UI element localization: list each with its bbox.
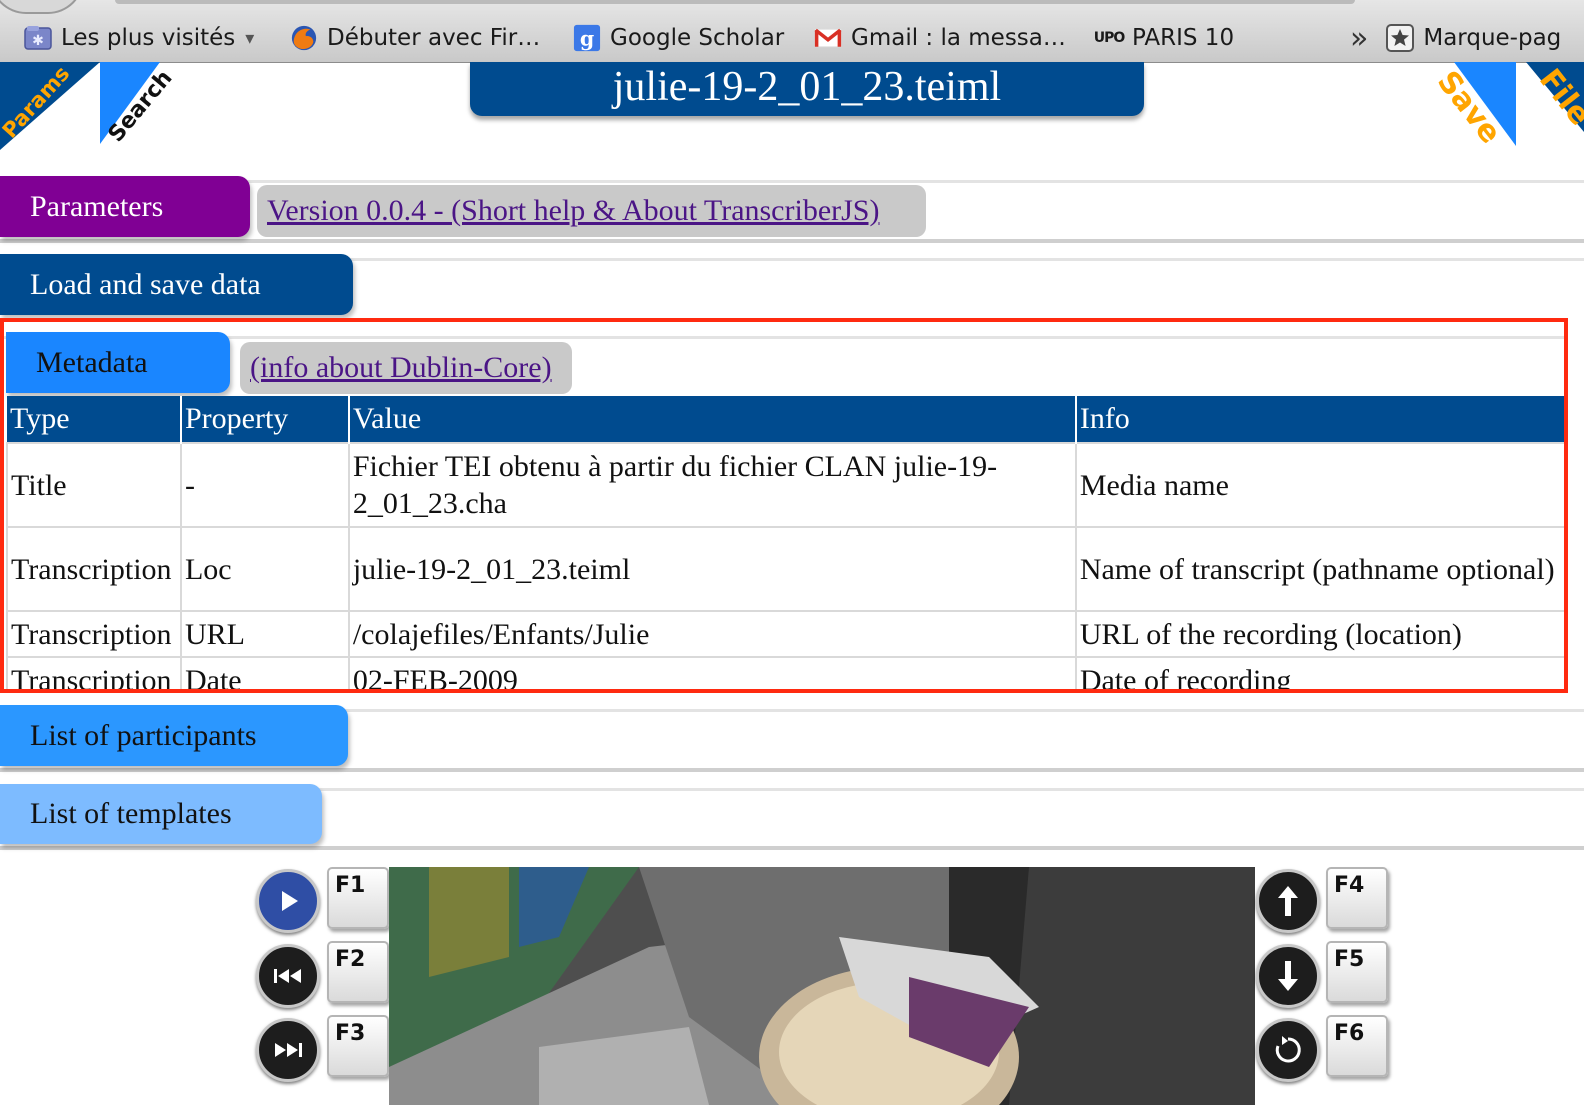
bookmarks-overflow[interactable]: » Marque-pag xyxy=(1350,20,1562,56)
play-button[interactable] xyxy=(256,869,320,933)
f3-key[interactable]: F3 xyxy=(327,1015,389,1077)
bookmark-most-visited[interactable]: ✱ Les plus visités ▾ xyxy=(24,22,254,54)
tab-metadata[interactable]: Metadata xyxy=(6,332,230,393)
play-icon xyxy=(282,891,298,911)
replay-button[interactable] xyxy=(1256,1018,1320,1082)
svg-text:✱: ✱ xyxy=(32,33,44,49)
cell-property: Date xyxy=(179,656,350,689)
version-help-link[interactable]: Version 0.0.4 - (Short help & About Tran… xyxy=(257,185,926,237)
cell-info: URL of the recording (location) xyxy=(1074,610,1564,658)
cell-property: Loc xyxy=(179,526,350,612)
fast-forward-icon xyxy=(275,1043,302,1057)
table-row: Transcription Date 02-FEB-2009 Date of r… xyxy=(6,656,1564,689)
f5-key[interactable]: F5 xyxy=(1326,941,1388,1003)
firefox-icon xyxy=(290,24,318,52)
file-ribbon[interactable]: File xyxy=(1516,62,1584,150)
table-header-row: Type Property Value Info xyxy=(7,396,1564,443)
cell-type: Transcription xyxy=(6,656,182,689)
table-row: Transcription Loc julie-19-2_01_23.teiml… xyxy=(6,526,1564,612)
cell-value[interactable]: 02-FEB-2009 xyxy=(347,656,1077,689)
cell-property: URL xyxy=(179,610,350,658)
bookmark-star-icon xyxy=(1386,24,1415,52)
gmail-icon xyxy=(814,24,842,52)
tab-load-save-data[interactable]: Load and save data xyxy=(0,254,353,315)
table-row: Transcription URL /colajefiles/Enfants/J… xyxy=(6,610,1564,658)
cell-value[interactable]: /colajefiles/Enfants/Julie xyxy=(347,610,1077,658)
bookmarks-toolbar: ✱ Les plus visités ▾ Débuter avec Fir… g… xyxy=(0,0,1584,63)
f6-key[interactable]: F6 xyxy=(1326,1015,1388,1077)
bookmark-google-scholar[interactable]: g Google Scholar xyxy=(573,22,784,54)
column-header-info: Info xyxy=(1075,396,1564,443)
table-row: Title - Fichier TEI obtenu à partir du f… xyxy=(6,442,1564,528)
section-divider xyxy=(0,768,1584,772)
tab-parameters[interactable]: Parameters xyxy=(0,176,250,237)
cell-type: Title xyxy=(6,442,182,528)
metadata-table: Type Property Value Info Title - Fichier… xyxy=(6,396,1564,689)
chevron-down-icon: ▾ xyxy=(245,27,255,49)
column-header-type: Type xyxy=(7,396,182,443)
rewind-icon xyxy=(274,969,301,983)
dublin-core-info-link[interactable]: (info about Dublin-Core) xyxy=(240,342,572,394)
cell-type: Transcription xyxy=(6,526,182,612)
bookmark-debuter-firefox[interactable]: Débuter avec Fir… xyxy=(290,22,540,54)
section-divider xyxy=(0,846,1584,850)
f4-key[interactable]: F4 xyxy=(1326,867,1388,929)
cell-info: Date of recording xyxy=(1074,656,1564,689)
video-frame xyxy=(389,867,1255,1105)
cell-value[interactable]: Fichier TEI obtenu à partir du fichier C… xyxy=(347,442,1077,528)
bookmark-paris-10[interactable]: UPO PARIS 10 xyxy=(1093,22,1235,54)
params-ribbon[interactable]: Params xyxy=(0,62,100,150)
svg-text:g: g xyxy=(580,26,594,50)
replay-icon xyxy=(1275,1036,1301,1063)
search-ribbon[interactable]: Search xyxy=(100,62,190,150)
column-header-value: Value xyxy=(348,396,1077,443)
most-visited-icon: ✱ xyxy=(24,24,52,52)
upo-icon: UPO xyxy=(1093,30,1126,46)
metadata-panel: Metadata (info about Dublin-Core) Type P… xyxy=(0,318,1568,693)
section-divider xyxy=(4,336,1564,339)
fast-forward-button[interactable] xyxy=(256,1018,320,1082)
double-chevron-icon: » xyxy=(1350,20,1369,56)
url-bar-edge xyxy=(115,0,1355,4)
arrow-up-icon xyxy=(1278,886,1298,916)
bookmark-label: Gmail : la messa… xyxy=(851,25,1066,51)
arrow-down-icon xyxy=(1278,961,1298,991)
bookmark-label: Google Scholar xyxy=(610,25,785,51)
tab-list-of-participants[interactable]: List of participants xyxy=(0,705,348,766)
bookmark-label: Débuter avec Fir… xyxy=(327,25,541,51)
tab-list-of-templates[interactable]: List of templates xyxy=(0,784,322,844)
f1-key[interactable]: F1 xyxy=(327,867,389,929)
bookmark-label: Marque-pag xyxy=(1423,25,1562,51)
bookmark-label: PARIS 10 xyxy=(1132,25,1235,51)
cell-type: Transcription xyxy=(6,610,182,658)
cell-info: Media name xyxy=(1074,442,1564,528)
cell-info: Name of transcript (pathname optional) xyxy=(1074,526,1564,612)
previous-segment-button[interactable] xyxy=(1256,869,1320,933)
page-title: julie-19-2_01_23.teiml xyxy=(470,62,1144,116)
next-segment-button[interactable] xyxy=(1256,944,1320,1008)
bookmark-gmail[interactable]: Gmail : la messa… xyxy=(814,22,1066,54)
f2-key[interactable]: F2 xyxy=(327,941,389,1003)
cell-property: - xyxy=(179,442,350,528)
google-scholar-icon: g xyxy=(573,24,601,52)
cell-value[interactable]: julie-19-2_01_23.teiml xyxy=(347,526,1077,612)
bookmark-label: Les plus visités xyxy=(61,25,236,51)
section-divider xyxy=(0,239,1584,243)
video-player[interactable] xyxy=(389,867,1255,1105)
toolbar-button-edge xyxy=(0,0,84,14)
rewind-button[interactable] xyxy=(256,944,320,1008)
column-header-property: Property xyxy=(180,396,350,443)
save-ribbon[interactable]: Save xyxy=(1424,62,1516,150)
